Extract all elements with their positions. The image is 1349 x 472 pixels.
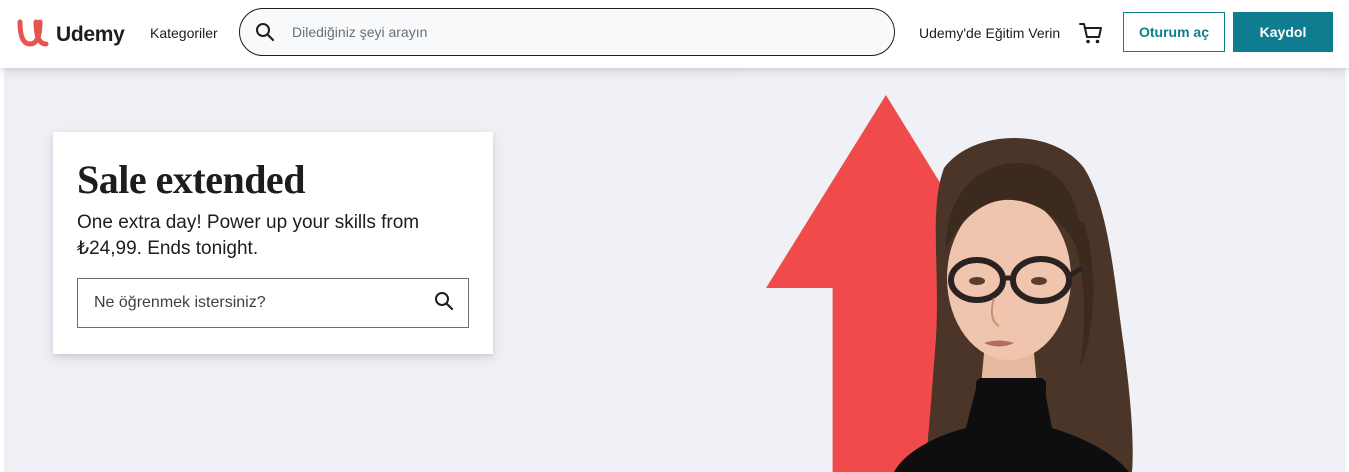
- logo-text: Udemy: [56, 22, 125, 46]
- categories-menu[interactable]: Kategoriler: [150, 25, 218, 41]
- hero-search-box[interactable]: [77, 278, 469, 328]
- signup-button[interactable]: Kaydol: [1233, 12, 1333, 52]
- hero-banner: Sale extended One extra day! Power up yo…: [4, 68, 1345, 472]
- hero-description: One extra day! Power up your skills from…: [77, 212, 420, 259]
- top-navigation-bar: Udemy Kategoriler Udemy'de Eğitim Verin …: [0, 0, 1349, 68]
- header-search-input[interactable]: [292, 24, 852, 40]
- sale-card: Sale extended One extra day! Power up yo…: [53, 132, 493, 354]
- header-search-bar[interactable]: [239, 8, 895, 56]
- hero-search-input[interactable]: [94, 294, 414, 312]
- login-button[interactable]: Oturum aç: [1123, 12, 1225, 52]
- search-icon[interactable]: [434, 291, 454, 316]
- udemy-logo[interactable]: Udemy: [16, 16, 125, 53]
- teach-on-udemy-link[interactable]: Udemy'de Eğitim Verin: [919, 25, 1060, 41]
- cart-icon[interactable]: [1078, 20, 1104, 46]
- search-icon[interactable]: [254, 21, 276, 43]
- hero-person-image: [894, 138, 1133, 472]
- hero-title: Sale extended: [77, 157, 305, 202]
- udemy-logo-icon: [16, 16, 52, 53]
